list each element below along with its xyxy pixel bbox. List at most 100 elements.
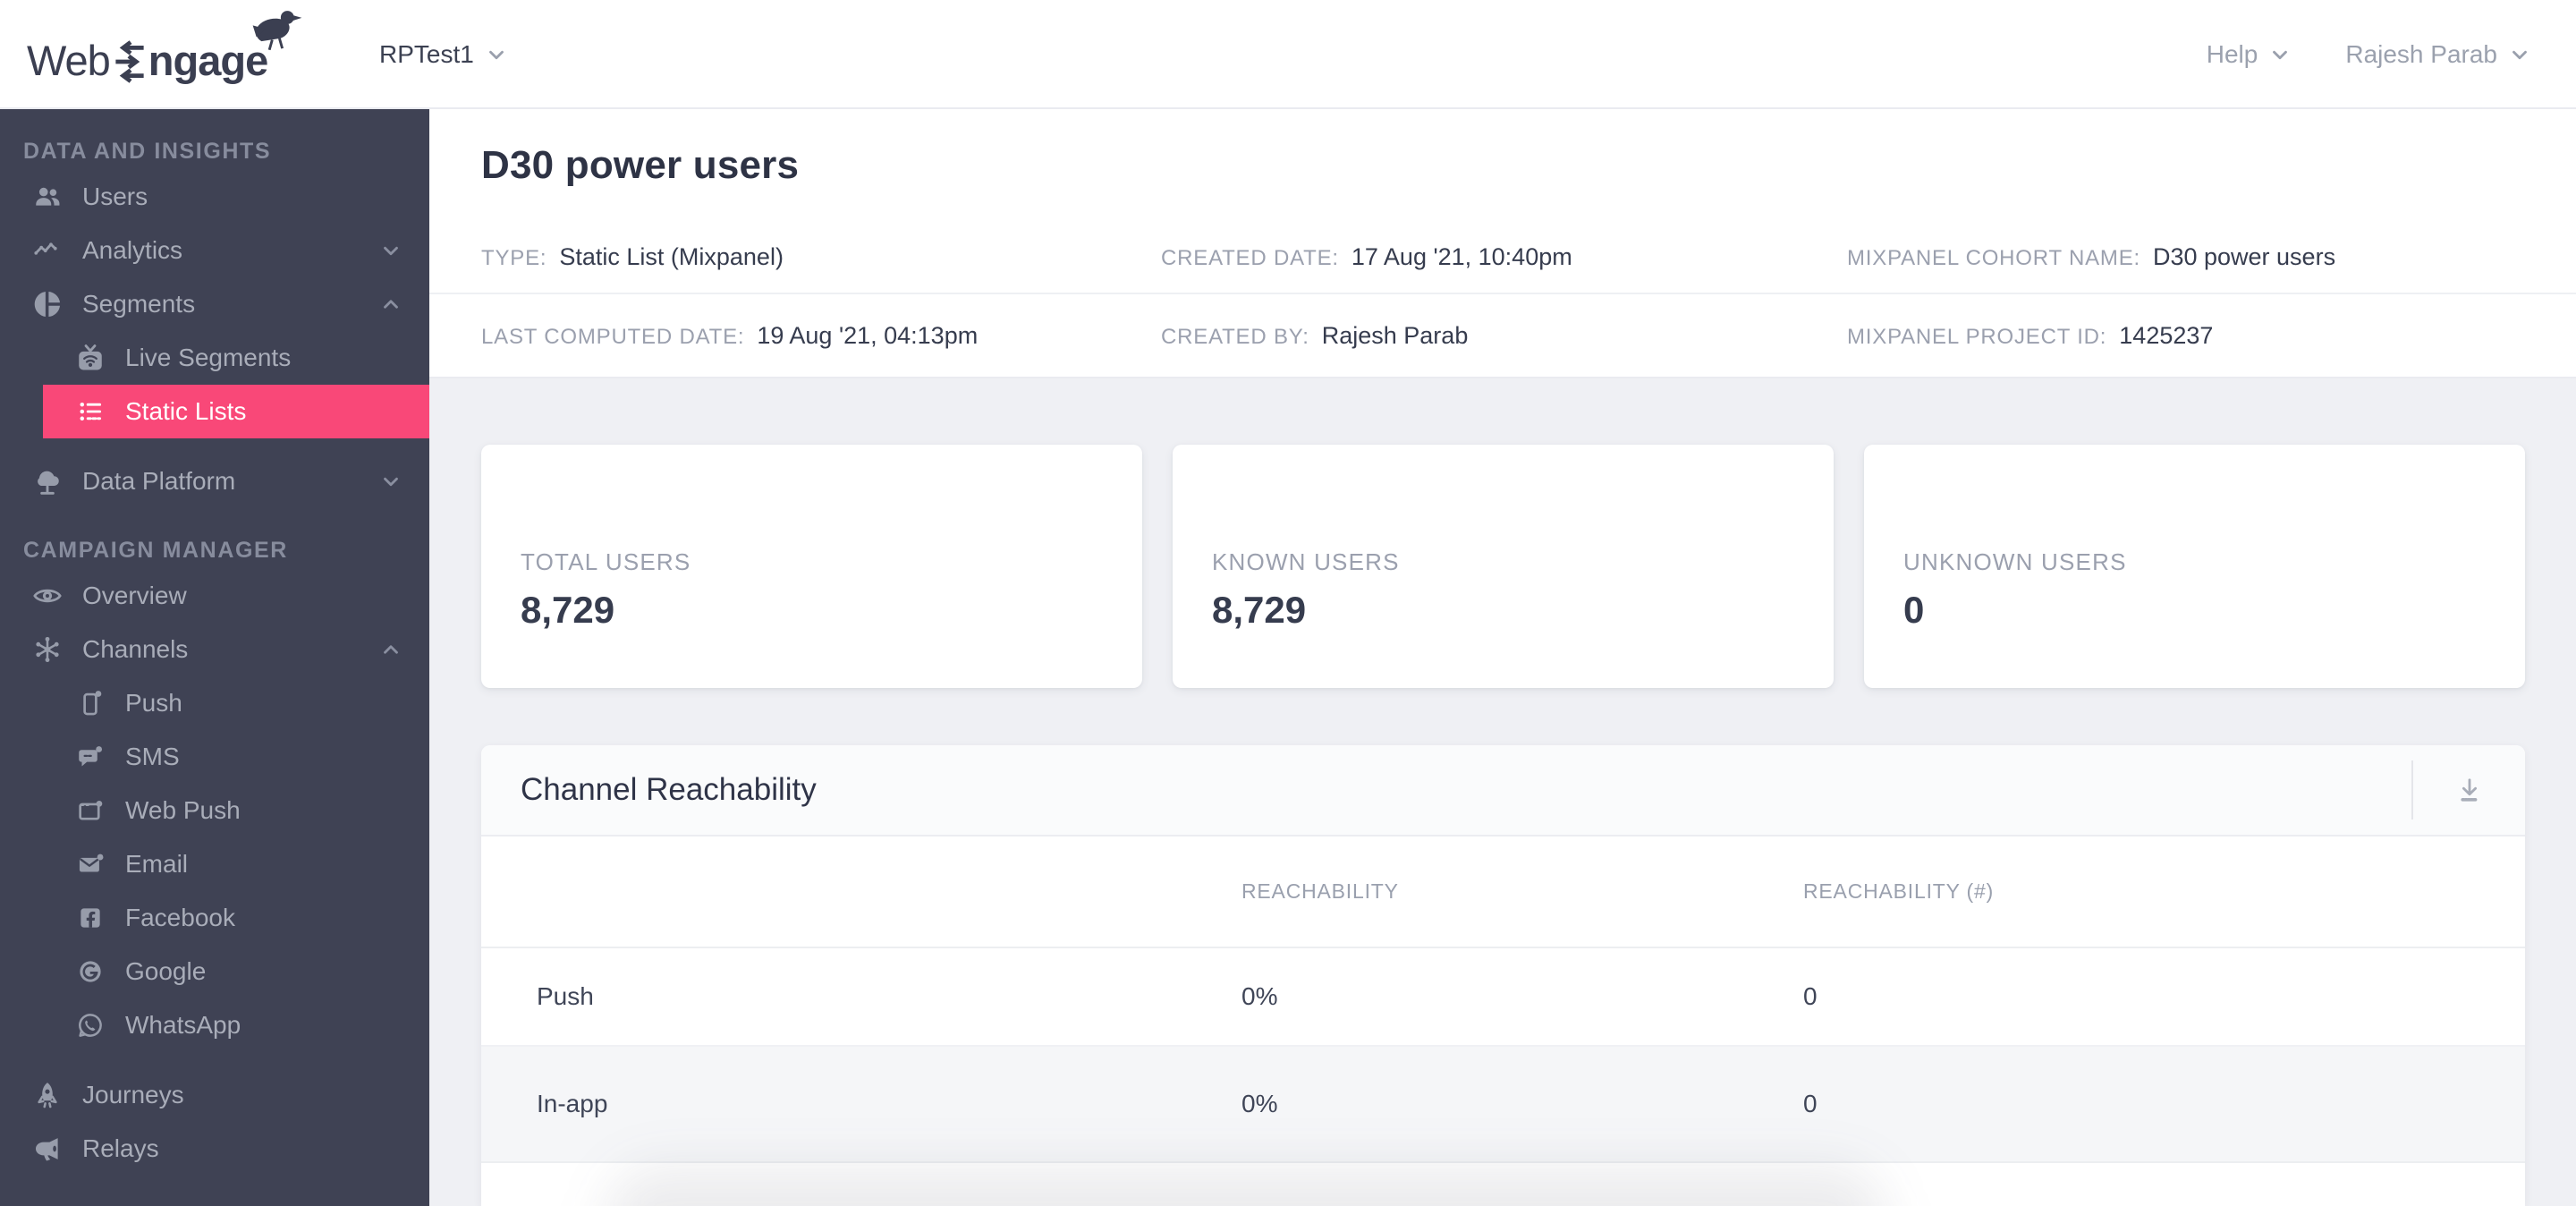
sidebar-item-label: Web Push	[125, 796, 241, 824]
sidebar-item-label: SMS	[125, 743, 180, 770]
stat-cards: TOTAL USERS 8,729 KNOWN USERS 8,729 UNKN…	[481, 445, 2525, 688]
users-icon	[32, 182, 63, 212]
meta-label: MIXPANEL PROJECT ID:	[1847, 325, 2107, 349]
push-phone-icon	[75, 688, 106, 718]
sidebar-item-label: Static Lists	[125, 397, 247, 425]
cell-reachability: 0%	[1241, 1090, 1278, 1117]
meta-label: LAST COMPUTED DATE:	[481, 325, 745, 349]
table-header-row: REACHABILITY REACHABILITY (#)	[481, 837, 2525, 948]
relays-megaphone-icon	[32, 1134, 63, 1164]
stat-label: TOTAL USERS	[521, 548, 691, 575]
sidebar-item-label: Segments	[82, 290, 196, 318]
meta-label: MIXPANEL COHORT NAME:	[1847, 246, 2140, 270]
logo-bird-icon	[252, 11, 302, 51]
meta-label: CREATED DATE:	[1161, 246, 1339, 270]
total-users-card: TOTAL USERS 8,729	[481, 445, 1142, 688]
sidebar-item-overview[interactable]: Overview	[0, 569, 429, 623]
scroll-shadow	[606, 1166, 1885, 1206]
help-label: Help	[2206, 40, 2258, 68]
sidebar-item-label: Live Segments	[125, 344, 292, 371]
sidebar-item-analytics[interactable]: Analytics	[0, 224, 429, 277]
sidebar-item-label: Google	[125, 957, 207, 985]
sidebar-item-label: Analytics	[82, 236, 183, 264]
static-lists-icon	[75, 396, 106, 427]
panel-title: Channel Reachability	[521, 772, 817, 807]
chevron-down-icon	[2273, 50, 2288, 60]
meta-divider	[429, 293, 2576, 294]
sidebar-item-email[interactable]: Email	[0, 837, 429, 891]
stat-value: 8,729	[1212, 589, 1307, 631]
meta-value: Rajesh Parab	[1321, 322, 1469, 349]
eye-icon	[32, 581, 63, 611]
email-envelope-icon	[75, 849, 106, 879]
meta-label: CREATED BY:	[1161, 325, 1309, 349]
meta-last-computed: LAST COMPUTED DATE: 19 Aug '21, 04:13pm	[481, 322, 978, 350]
table-row: Push 0% 0	[481, 948, 2525, 1047]
project-selector[interactable]: RPTest1	[379, 0, 508, 109]
sidebar-item-label: WhatsApp	[125, 1011, 242, 1039]
stat-value: 8,729	[521, 589, 615, 631]
sidebar-item-users[interactable]: Users	[0, 170, 429, 224]
chevron-down-icon	[379, 239, 402, 262]
segments-pie-icon	[32, 289, 63, 319]
table-row: In-app 0% 0	[481, 1047, 2525, 1163]
user-menu[interactable]: Rajesh Parab	[2345, 40, 2531, 69]
channels-hub-icon	[32, 634, 63, 665]
help-menu[interactable]: Help	[2207, 40, 2292, 69]
cell-channel: Push	[537, 982, 594, 1010]
analytics-icon	[32, 235, 63, 266]
segment-header: D30 power users TYPE: Static List (Mixpa…	[429, 109, 2576, 378]
sidebar-item-relays[interactable]: Relays	[0, 1122, 429, 1176]
meta-cohort-name: MIXPANEL COHORT NAME: D30 power users	[1847, 243, 2335, 271]
stat-label: KNOWN USERS	[1212, 548, 1400, 575]
google-icon	[75, 956, 106, 987]
stat-label: UNKNOWN USERS	[1903, 548, 2127, 575]
meta-created-date: CREATED DATE: 17 Aug '21, 10:40pm	[1161, 243, 1572, 271]
column-header-reachability: REACHABILITY	[1241, 879, 1399, 903]
sidebar-item-label: Relays	[82, 1134, 159, 1162]
sidebar-item-google[interactable]: Google	[0, 945, 429, 998]
sidebar-item-label: Journeys	[82, 1081, 184, 1108]
logo-arrows-icon	[115, 40, 144, 83]
sidebar-item-label: Email	[125, 850, 189, 878]
sidebar-item-push[interactable]: Push	[0, 676, 429, 730]
meta-value: 19 Aug '21, 04:13pm	[757, 322, 979, 349]
meta-label: TYPE:	[481, 246, 547, 270]
sidebar-item-live-segments[interactable]: Live Segments	[0, 331, 429, 385]
project-name: RPTest1	[379, 40, 474, 68]
sidebar: DATA AND INSIGHTS Users Analytics Segmen…	[0, 109, 429, 1206]
sidebar-item-segments[interactable]: Segments	[0, 277, 429, 331]
sidebar-item-static-lists[interactable]: Static Lists	[43, 385, 429, 438]
webengage-logo[interactable]: Web ngage	[27, 11, 302, 89]
sidebar-item-channels[interactable]: Channels	[0, 623, 429, 676]
meta-value: Static List (Mixpanel)	[559, 243, 784, 270]
chevron-up-icon	[379, 638, 402, 661]
sidebar-item-sms[interactable]: SMS	[0, 730, 429, 784]
sidebar-item-data-platform[interactable]: Data Platform	[0, 454, 429, 508]
meta-value: 1425237	[2119, 322, 2214, 349]
panel-header: Channel Reachability	[481, 745, 2525, 837]
top-bar: Web ngage RPTest1 Help Rajesh Parab	[0, 0, 2576, 109]
cell-reachability: 0%	[1241, 982, 1278, 1010]
sidebar-item-whatsapp[interactable]: WhatsApp	[0, 998, 429, 1052]
sidebar-item-facebook[interactable]: Facebook	[0, 891, 429, 945]
section-data-and-insights: DATA AND INSIGHTS	[23, 138, 272, 164]
sidebar-item-label: Channels	[82, 635, 189, 663]
meta-created-by: CREATED BY: Rajesh Parab	[1161, 322, 1468, 350]
unknown-users-card: UNKNOWN USERS 0	[1864, 445, 2525, 688]
sidebar-item-web-push[interactable]: Web Push	[0, 784, 429, 837]
cell-channel: In-app	[537, 1090, 608, 1117]
sms-bubble-icon	[75, 742, 106, 772]
stat-value: 0	[1903, 589, 1925, 631]
download-button[interactable]	[2413, 745, 2525, 836]
sidebar-item-journeys[interactable]: Journeys	[0, 1068, 429, 1122]
chevron-down-icon	[379, 470, 402, 493]
user-name: Rajesh Parab	[2345, 40, 2497, 68]
download-icon	[2460, 778, 2479, 802]
chevron-down-icon	[2512, 50, 2527, 60]
column-header-reachability-count: REACHABILITY (#)	[1803, 879, 1995, 903]
topbar-right: Help Rajesh Parab	[2207, 0, 2531, 109]
page-title: D30 power users	[481, 143, 800, 187]
meta-value: D30 power users	[2152, 243, 2336, 270]
meta-project-id: MIXPANEL PROJECT ID: 1425237	[1847, 322, 2213, 350]
